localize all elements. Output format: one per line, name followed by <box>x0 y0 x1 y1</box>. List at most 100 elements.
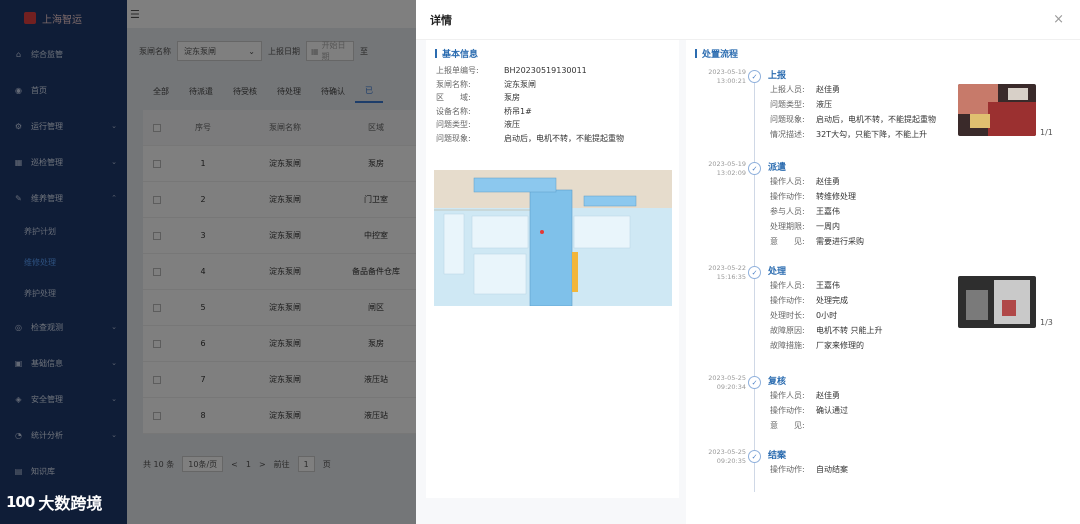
close-icon[interactable]: × <box>1053 12 1064 27</box>
step-row-value: 需要进行采购 <box>816 237 864 246</box>
info-label: 问题类型: <box>436 120 471 130</box>
step-row: 参与人员: 王嘉伟 <box>770 204 970 219</box>
step-row-value: 王嘉伟 <box>816 281 840 290</box>
photo-count: 1/1 <box>1040 128 1053 137</box>
step-date-time: 09:20:34 <box>716 383 746 391</box>
step-row-label: 上报人员: <box>770 85 805 94</box>
step-row-label: 故障措施: <box>770 341 805 350</box>
step-row: 操作动作: 转维修处理 <box>770 189 970 204</box>
step-row-label: 操作人员: <box>770 177 805 186</box>
timeline-line <box>754 72 755 492</box>
step-row: 操作人员: 赵佳勇 <box>770 388 970 403</box>
step-title: 结案 <box>768 451 787 461</box>
step-row: 操作人员: 赵佳勇 <box>770 174 970 189</box>
info-row: 问题类型: 液压 <box>436 118 676 132</box>
step-row: 问题类型: 液压 <box>770 97 970 112</box>
step-row: 故障措施: 厂家来修理的 <box>770 338 970 353</box>
step-row: 意 见: 需要进行采购 <box>770 234 970 249</box>
step-rows: 操作人员: 赵佳勇 操作动作: 转维修处理 参与人员: 王嘉伟 处理期限: 一周内 意 … <box>770 174 970 249</box>
info-label: 问题现象: <box>436 133 471 143</box>
info-value: BH20230519130011 <box>504 66 587 76</box>
info-value: 桥吊1# <box>504 106 532 116</box>
step-row: 操作动作: 确认通过 <box>770 403 970 418</box>
step-rows: 操作人员: 赵佳勇 操作动作: 确认通过 意 见: <box>770 388 970 433</box>
step-row-label: 问题类型: <box>770 100 805 109</box>
step-row-value: 转维修处理 <box>816 192 856 201</box>
step-date: 2023-05-22 15:16:35 <box>696 264 746 282</box>
step-date-day: 2023-05-19 <box>708 160 746 168</box>
step-row: 上报人员: 赵佳勇 <box>770 82 970 97</box>
step-row-value: 自动结案 <box>816 465 848 474</box>
step-row-value: 厂家来修理的 <box>816 341 864 350</box>
info-value: 启动后，电机不转，不能提起重物 <box>504 133 624 143</box>
process-title: 处置流程 <box>695 47 738 60</box>
watermark-text: 大数跨境 <box>38 494 103 513</box>
step-row-label: 操作人员: <box>770 281 805 290</box>
step-title: 上报 <box>768 71 787 81</box>
step-row: 问题现象: 启动后，电机不转，不能提起重物 <box>770 112 970 127</box>
step-row-value: 赵佳勇 <box>816 177 840 186</box>
process-photo-thumbnail[interactable] <box>958 276 1036 328</box>
step-title: 处理 <box>768 267 787 277</box>
step-row-value: 处理完成 <box>816 296 848 305</box>
step-row: 故障原因: 电机不转 只能上升 <box>770 323 970 338</box>
step-date: 2023-05-25 09:20:34 <box>696 374 746 392</box>
report-photo-thumbnail[interactable] <box>958 84 1036 136</box>
detail-drawer: 详情 × 基本信息 上报单编号: BH20230519130011 泵闸名称: 淀东泵… <box>416 0 1080 524</box>
step-row-value: 赵佳勇 <box>816 85 840 94</box>
step-date-day: 2023-05-25 <box>708 448 746 456</box>
step-date-day: 2023-05-25 <box>708 374 746 382</box>
step-date-time: 13:02:09 <box>716 169 746 177</box>
step-rows: 上报人员: 赵佳勇 问题类型: 液压 问题现象: 启动后，电机不转，不能提起重物 情况… <box>770 82 970 142</box>
info-value: 泵房 <box>504 93 520 103</box>
step-title: 复核 <box>768 377 787 387</box>
step-date-time: 09:20:35 <box>716 457 746 465</box>
step-row-value: 确认通过 <box>816 406 848 415</box>
watermark: 100 大数跨境 <box>6 490 102 514</box>
step-row-label: 处理期限: <box>770 222 805 231</box>
process-title-text: 处置流程 <box>702 50 739 60</box>
step-date: 2023-05-19 13:00:21 <box>696 68 746 86</box>
site-map-image[interactable] <box>434 170 672 306</box>
step-row-value: 0小时 <box>816 311 838 320</box>
step-row: 操作人员: 王嘉伟 <box>770 278 970 293</box>
drawer-title: 详情 <box>430 13 452 27</box>
basic-info-title: 基本信息 <box>435 47 478 60</box>
photo-count: 1/3 <box>1040 318 1053 327</box>
step-row-label: 参与人员: <box>770 207 805 216</box>
step-row-label: 操作动作: <box>770 406 805 415</box>
step-row-label: 操作动作: <box>770 465 805 474</box>
step-date-day: 2023-05-22 <box>708 264 746 272</box>
drawer-header: 详情 × <box>416 0 1080 40</box>
info-row: 设备名称: 桥吊1# <box>436 105 676 119</box>
step-row: 处理时长: 0小时 <box>770 308 970 323</box>
step-date-time: 13:00:21 <box>716 77 746 85</box>
check-icon: ✓ <box>748 376 761 389</box>
step-row-label: 意 见: <box>770 237 805 246</box>
step-row: 意 见: <box>770 418 970 433</box>
watermark-logo: 100 <box>6 493 35 511</box>
step-row-label: 情况描述: <box>770 130 805 139</box>
info-value: 液压 <box>504 120 520 130</box>
drawer-body: 基本信息 上报单编号: BH20230519130011 泵闸名称: 淀东泵闸区 域:… <box>416 40 1080 524</box>
info-label: 泵闸名称: <box>436 79 471 89</box>
step-row-value: 赵佳勇 <box>816 391 840 400</box>
modal-overlay[interactable] <box>0 0 416 524</box>
step-row-value: 王嘉伟 <box>816 207 840 216</box>
step-row-value: 液压 <box>816 100 832 109</box>
step-date-time: 15:16:35 <box>716 273 746 281</box>
step-row-value: 启动后，电机不转，不能提起重物 <box>816 115 936 124</box>
info-row: 区 域: 泵房 <box>436 91 676 105</box>
check-icon: ✓ <box>748 450 761 463</box>
step-row-label: 故障原因: <box>770 326 805 335</box>
step-row-value: 电机不转 只能上升 <box>816 326 883 335</box>
basic-info-list: 上报单编号: BH20230519130011 泵闸名称: 淀东泵闸区 域: 泵房 设备名… <box>436 64 676 145</box>
check-icon: ✓ <box>748 266 761 279</box>
step-rows: 操作人员: 王嘉伟 操作动作: 处理完成 处理时长: 0小时 故障原因: 电机不转 只能… <box>770 278 970 353</box>
step-rows: 操作动作: 自动结案 <box>770 462 970 477</box>
info-row: 泵闸名称: 淀东泵闸 <box>436 78 676 92</box>
step-row: 操作动作: 自动结案 <box>770 462 970 477</box>
step-date-day: 2023-05-19 <box>708 68 746 76</box>
info-label: 设备名称: <box>436 106 471 116</box>
basic-info-card: 基本信息 上报单编号: BH20230519130011 泵闸名称: 淀东泵闸区 域:… <box>426 40 679 498</box>
